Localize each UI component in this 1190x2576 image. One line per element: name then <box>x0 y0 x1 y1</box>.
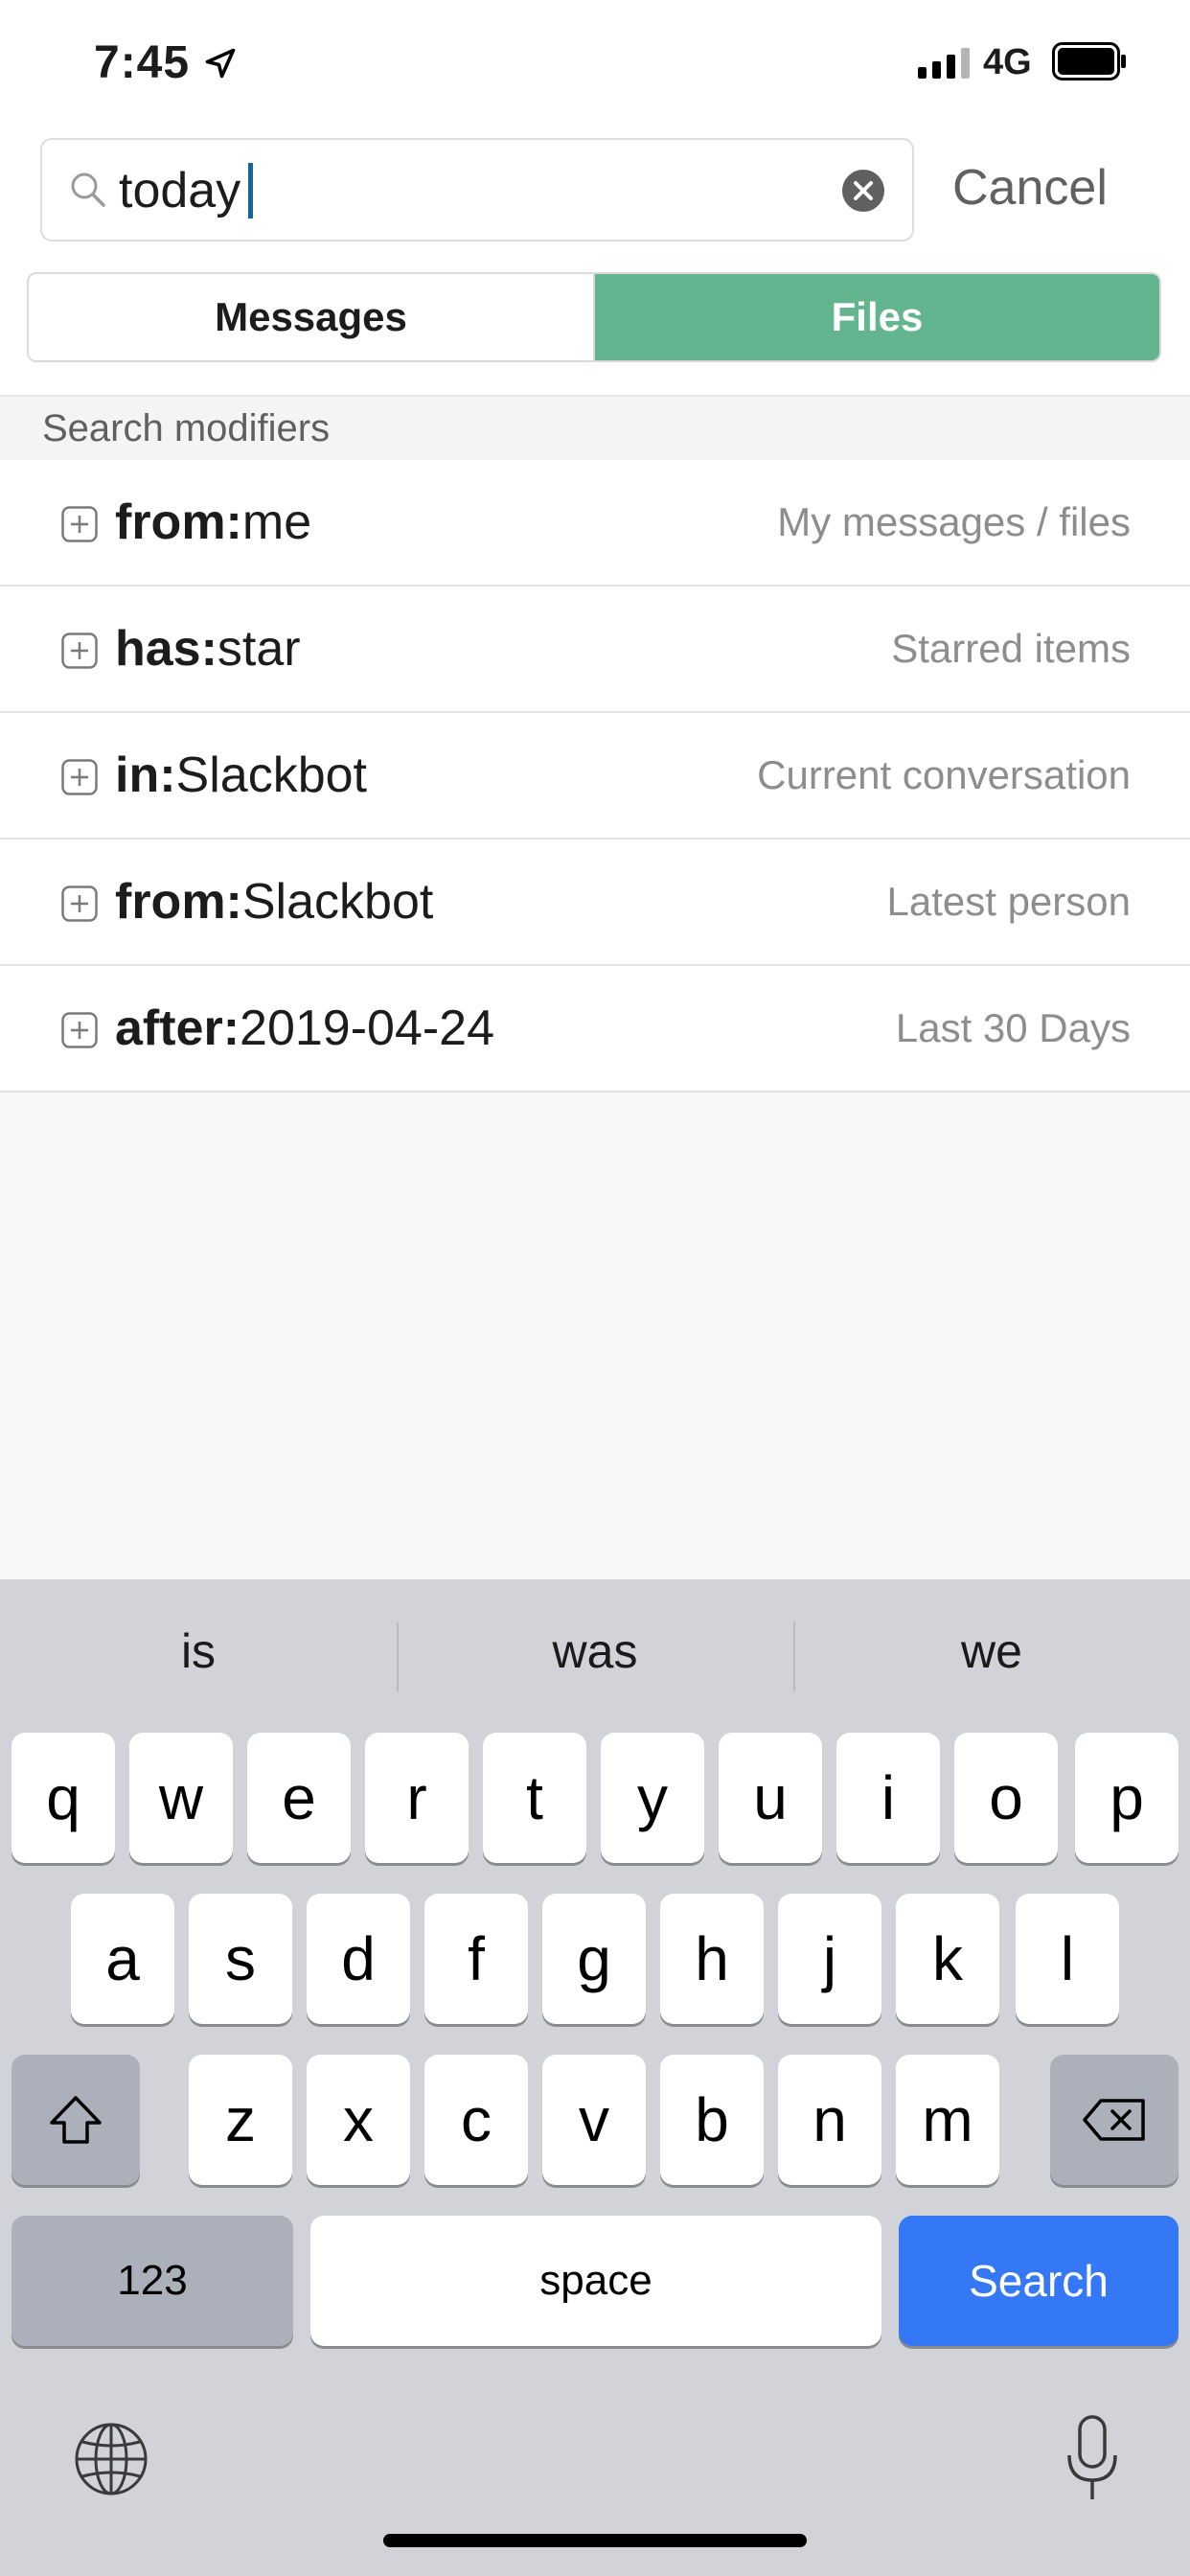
status-time: 7:45 <box>94 37 191 88</box>
modifier-key: in: <box>115 748 176 803</box>
add-icon <box>61 886 98 922</box>
text-caret <box>248 163 254 218</box>
key-x[interactable]: x <box>307 2055 410 2185</box>
modifier-text: from:me <box>115 494 311 551</box>
search-key[interactable]: Search <box>899 2216 1179 2346</box>
key-l[interactable]: l <box>1016 1894 1119 2024</box>
battery-icon <box>1052 42 1126 80</box>
numbers-key[interactable]: 123 <box>11 2216 293 2346</box>
modifier-row[interactable]: has:star Starred items <box>0 586 1190 713</box>
suggestion-item[interactable]: is <box>0 1579 397 1723</box>
home-indicator <box>383 2534 807 2547</box>
modifier-description: My messages / files <box>777 499 1131 544</box>
modifier-value: star <box>217 621 301 677</box>
modifier-key: from: <box>115 494 242 550</box>
key-m[interactable]: m <box>896 2055 999 2185</box>
key-i[interactable]: i <box>836 1733 940 1863</box>
modifier-key: after: <box>115 1000 240 1056</box>
search-query: today <box>119 163 241 218</box>
key-y[interactable]: y <box>601 1733 704 1863</box>
add-icon <box>61 632 98 669</box>
modifier-text: has:star <box>115 620 301 678</box>
modifier-key: from: <box>115 874 242 930</box>
space-key[interactable]: space <box>310 2216 881 2346</box>
key-p[interactable]: p <box>1075 1733 1179 1863</box>
key-z[interactable]: z <box>189 2055 292 2185</box>
key-j[interactable]: j <box>778 1894 881 2024</box>
key-d[interactable]: d <box>307 1894 410 2024</box>
section-label: Search modifiers <box>0 395 1190 460</box>
key-b[interactable]: b <box>660 2055 764 2185</box>
tab-messages[interactable]: Messages <box>29 274 595 360</box>
network-type: 4G <box>983 42 1032 82</box>
search-icon <box>71 172 105 207</box>
key-t[interactable]: t <box>483 1733 586 1863</box>
microphone-icon[interactable] <box>1064 2413 1121 2505</box>
cancel-button[interactable]: Cancel <box>952 159 1108 217</box>
modifier-description: Last 30 Days <box>895 1005 1131 1050</box>
modifier-description: Current conversation <box>757 752 1131 797</box>
key-v[interactable]: v <box>542 2055 646 2185</box>
key-o[interactable]: o <box>954 1733 1058 1863</box>
modifier-row[interactable]: from:Slackbot Latest person <box>0 840 1190 966</box>
modifier-text: from:Slackbot <box>115 873 433 931</box>
modifier-key: has: <box>115 621 217 677</box>
key-f[interactable]: f <box>424 1894 528 2024</box>
search-header: today Cancel Messages Files <box>0 125 1190 395</box>
key-a[interactable]: a <box>71 1894 174 2024</box>
keyboard: is was we q w e r t y u i o p a s d f g … <box>0 1579 1190 2576</box>
key-g[interactable]: g <box>542 1894 646 2024</box>
key-w[interactable]: w <box>129 1733 233 1863</box>
modifier-text: after:2019-04-24 <box>115 1000 494 1057</box>
key-h[interactable]: h <box>660 1894 764 2024</box>
modifier-row[interactable]: from:me My messages / files <box>0 460 1190 586</box>
modifier-row[interactable]: in:Slackbot Current conversation <box>0 713 1190 840</box>
add-icon <box>61 1012 98 1048</box>
modifier-description: Starred items <box>891 626 1131 671</box>
signal-icon <box>918 48 970 79</box>
tab-files[interactable]: Files <box>595 274 1159 360</box>
key-n[interactable]: n <box>778 2055 881 2185</box>
suggestion-item[interactable]: we <box>793 1579 1190 1723</box>
modifier-value: Slackbot <box>241 874 434 930</box>
modifier-value: Slackbot <box>175 748 367 803</box>
shift-key[interactable] <box>11 2055 140 2185</box>
modifier-row[interactable]: after:2019-04-24 Last 30 Days <box>0 966 1190 1092</box>
key-s[interactable]: s <box>189 1894 292 2024</box>
modifier-text: in:Slackbot <box>115 747 367 804</box>
modifier-value: me <box>241 494 312 550</box>
add-icon <box>61 506 98 542</box>
modifier-list: from:me My messages / files has:star Sta… <box>0 460 1190 1092</box>
key-e[interactable]: e <box>247 1733 351 1863</box>
globe-icon[interactable] <box>73 2421 149 2497</box>
shift-icon <box>50 2096 102 2144</box>
modifier-value: 2019-04-24 <box>240 1000 495 1056</box>
suggestion-bar: is was we <box>0 1579 1190 1723</box>
modifier-description: Latest person <box>886 879 1131 924</box>
key-k[interactable]: k <box>896 1894 999 2024</box>
key-r[interactable]: r <box>365 1733 469 1863</box>
search-input[interactable]: today <box>119 161 254 220</box>
key-q[interactable]: q <box>11 1733 115 1863</box>
backspace-icon <box>1083 2099 1145 2141</box>
clear-icon[interactable] <box>841 169 885 213</box>
search-scope-tabs: Messages Files <box>27 272 1161 362</box>
key-u[interactable]: u <box>719 1733 822 1863</box>
search-field[interactable]: today <box>40 138 914 242</box>
add-icon <box>61 759 98 795</box>
location-arrow-icon <box>205 48 236 79</box>
backspace-key[interactable] <box>1050 2055 1179 2185</box>
key-c[interactable]: c <box>424 2055 528 2185</box>
suggestion-item[interactable]: was <box>397 1579 793 1723</box>
status-bar: 7:45 4G <box>0 0 1190 125</box>
